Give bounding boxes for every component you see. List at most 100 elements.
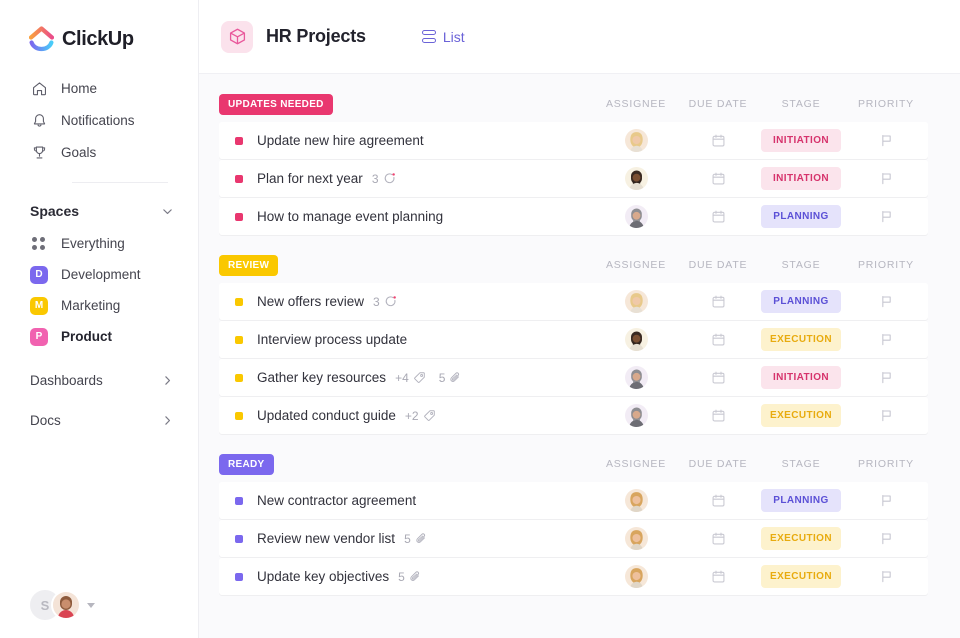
table-row[interactable]: Plan for next year 3 INITIATION (219, 160, 928, 197)
avatar[interactable] (621, 201, 652, 232)
status-badge[interactable]: PLANNING (761, 290, 841, 313)
stage-cell[interactable]: INITIATION (758, 129, 844, 152)
due-date-cell[interactable] (678, 569, 758, 584)
status-badge[interactable]: INITIATION (761, 366, 841, 389)
priority-cell[interactable] (844, 370, 928, 385)
flag-icon[interactable] (879, 531, 894, 546)
avatar[interactable] (621, 485, 652, 516)
sidebar-item-marketing[interactable]: M Marketing (0, 290, 198, 321)
attachment-count-meta[interactable]: 5 (404, 532, 428, 546)
assignee-cell[interactable] (594, 561, 678, 592)
due-date-cell[interactable] (678, 531, 758, 546)
sidebar-item-docs[interactable]: Docs (0, 400, 198, 440)
assignee-cell[interactable] (594, 125, 678, 156)
comment-count-meta[interactable]: 3 (372, 172, 396, 186)
sidebar-item-home[interactable]: Home (0, 72, 198, 104)
sidebar-item-product[interactable]: P Product (0, 321, 198, 352)
status-badge[interactable]: EXECUTION (761, 404, 841, 427)
chevron-down-icon[interactable] (161, 205, 174, 218)
stage-cell[interactable]: EXECUTION (758, 565, 844, 588)
stage-cell[interactable]: INITIATION (758, 366, 844, 389)
tag-count-meta[interactable]: +2 (405, 409, 436, 423)
attachment-count-meta[interactable]: 5 (439, 371, 463, 385)
table-row[interactable]: Update key objectives 5 EXECUTION (219, 558, 928, 595)
priority-cell[interactable] (844, 294, 928, 309)
chevron-down-icon[interactable] (87, 602, 95, 608)
table-row[interactable]: Review new vendor list 5 EXECUTION (219, 520, 928, 557)
status-badge[interactable]: INITIATION (761, 167, 841, 190)
flag-icon[interactable] (879, 569, 894, 584)
status-badge[interactable]: EXECUTION (761, 328, 841, 351)
table-row[interactable]: Update new hire agreement INITIATION (219, 122, 928, 159)
due-date-cell[interactable] (678, 171, 758, 186)
priority-cell[interactable] (844, 569, 928, 584)
status-badge[interactable]: INITIATION (761, 129, 841, 152)
flag-icon[interactable] (879, 294, 894, 309)
brand-logo[interactable]: ClickUp (0, 0, 198, 52)
stage-cell[interactable]: PLANNING (758, 489, 844, 512)
assignee-cell[interactable] (594, 286, 678, 317)
user-account-area[interactable]: S (30, 590, 95, 620)
assignee-cell[interactable] (594, 201, 678, 232)
due-date-cell[interactable] (678, 370, 758, 385)
avatar[interactable] (621, 362, 652, 393)
due-date-cell[interactable] (678, 408, 758, 423)
attachment-count-meta[interactable]: 5 (398, 570, 422, 584)
status-badge[interactable]: PLANNING (761, 205, 841, 228)
assignee-cell[interactable] (594, 400, 678, 431)
table-row[interactable]: Interview process update EXECUTION (219, 321, 928, 358)
assignee-cell[interactable] (594, 485, 678, 516)
sidebar-item-notifications[interactable]: Notifications (0, 104, 198, 136)
table-row[interactable]: How to manage event planning PLANNING (219, 198, 928, 235)
due-date-cell[interactable] (678, 209, 758, 224)
flag-icon[interactable] (879, 209, 894, 224)
group-status-badge[interactable]: READY (219, 453, 274, 475)
due-date-cell[interactable] (678, 294, 758, 309)
stage-cell[interactable]: EXECUTION (758, 527, 844, 550)
table-row[interactable]: New offers review 3 PLANNING (219, 283, 928, 320)
priority-cell[interactable] (844, 531, 928, 546)
avatar[interactable] (621, 561, 652, 592)
tab-list-view[interactable]: List (421, 29, 465, 45)
status-badge[interactable]: EXECUTION (761, 565, 841, 588)
table-row[interactable]: Updated conduct guide +2 EXECUTION (219, 397, 928, 434)
group-status-badge[interactable]: UPDATES NEEDED (219, 93, 333, 115)
priority-cell[interactable] (844, 171, 928, 186)
assignee-cell[interactable] (594, 324, 678, 355)
priority-cell[interactable] (844, 332, 928, 347)
comment-count-meta[interactable]: 3 (373, 295, 397, 309)
chevron-right-icon[interactable] (161, 374, 174, 387)
flag-icon[interactable] (879, 493, 894, 508)
flag-icon[interactable] (879, 171, 894, 186)
stage-cell[interactable]: EXECUTION (758, 328, 844, 351)
priority-cell[interactable] (844, 493, 928, 508)
due-date-cell[interactable] (678, 493, 758, 508)
chevron-right-icon[interactable] (161, 414, 174, 427)
due-date-cell[interactable] (678, 133, 758, 148)
stage-cell[interactable]: PLANNING (758, 290, 844, 313)
group-status-badge[interactable]: REVIEW (219, 254, 279, 276)
flag-icon[interactable] (879, 408, 894, 423)
avatar[interactable] (621, 125, 652, 156)
sidebar-item-dashboards[interactable]: Dashboards (0, 360, 198, 400)
assignee-cell[interactable] (594, 362, 678, 393)
assignee-cell[interactable] (594, 523, 678, 554)
table-row[interactable]: Gather key resources +4 5 INITIATION (219, 359, 928, 396)
flag-icon[interactable] (879, 133, 894, 148)
priority-cell[interactable] (844, 209, 928, 224)
status-badge[interactable]: PLANNING (761, 489, 841, 512)
tag-count-meta[interactable]: +4 (395, 371, 426, 385)
avatar[interactable] (621, 523, 652, 554)
assignee-cell[interactable] (594, 163, 678, 194)
flag-icon[interactable] (879, 370, 894, 385)
stage-cell[interactable]: EXECUTION (758, 404, 844, 427)
sidebar-item-everything[interactable]: Everything (0, 228, 198, 259)
flag-icon[interactable] (879, 332, 894, 347)
avatar[interactable] (621, 400, 652, 431)
user-avatar[interactable] (51, 590, 81, 620)
avatar[interactable] (621, 324, 652, 355)
priority-cell[interactable] (844, 133, 928, 148)
spaces-section-header[interactable]: Spaces (0, 194, 198, 228)
stage-cell[interactable]: INITIATION (758, 167, 844, 190)
stage-cell[interactable]: PLANNING (758, 205, 844, 228)
